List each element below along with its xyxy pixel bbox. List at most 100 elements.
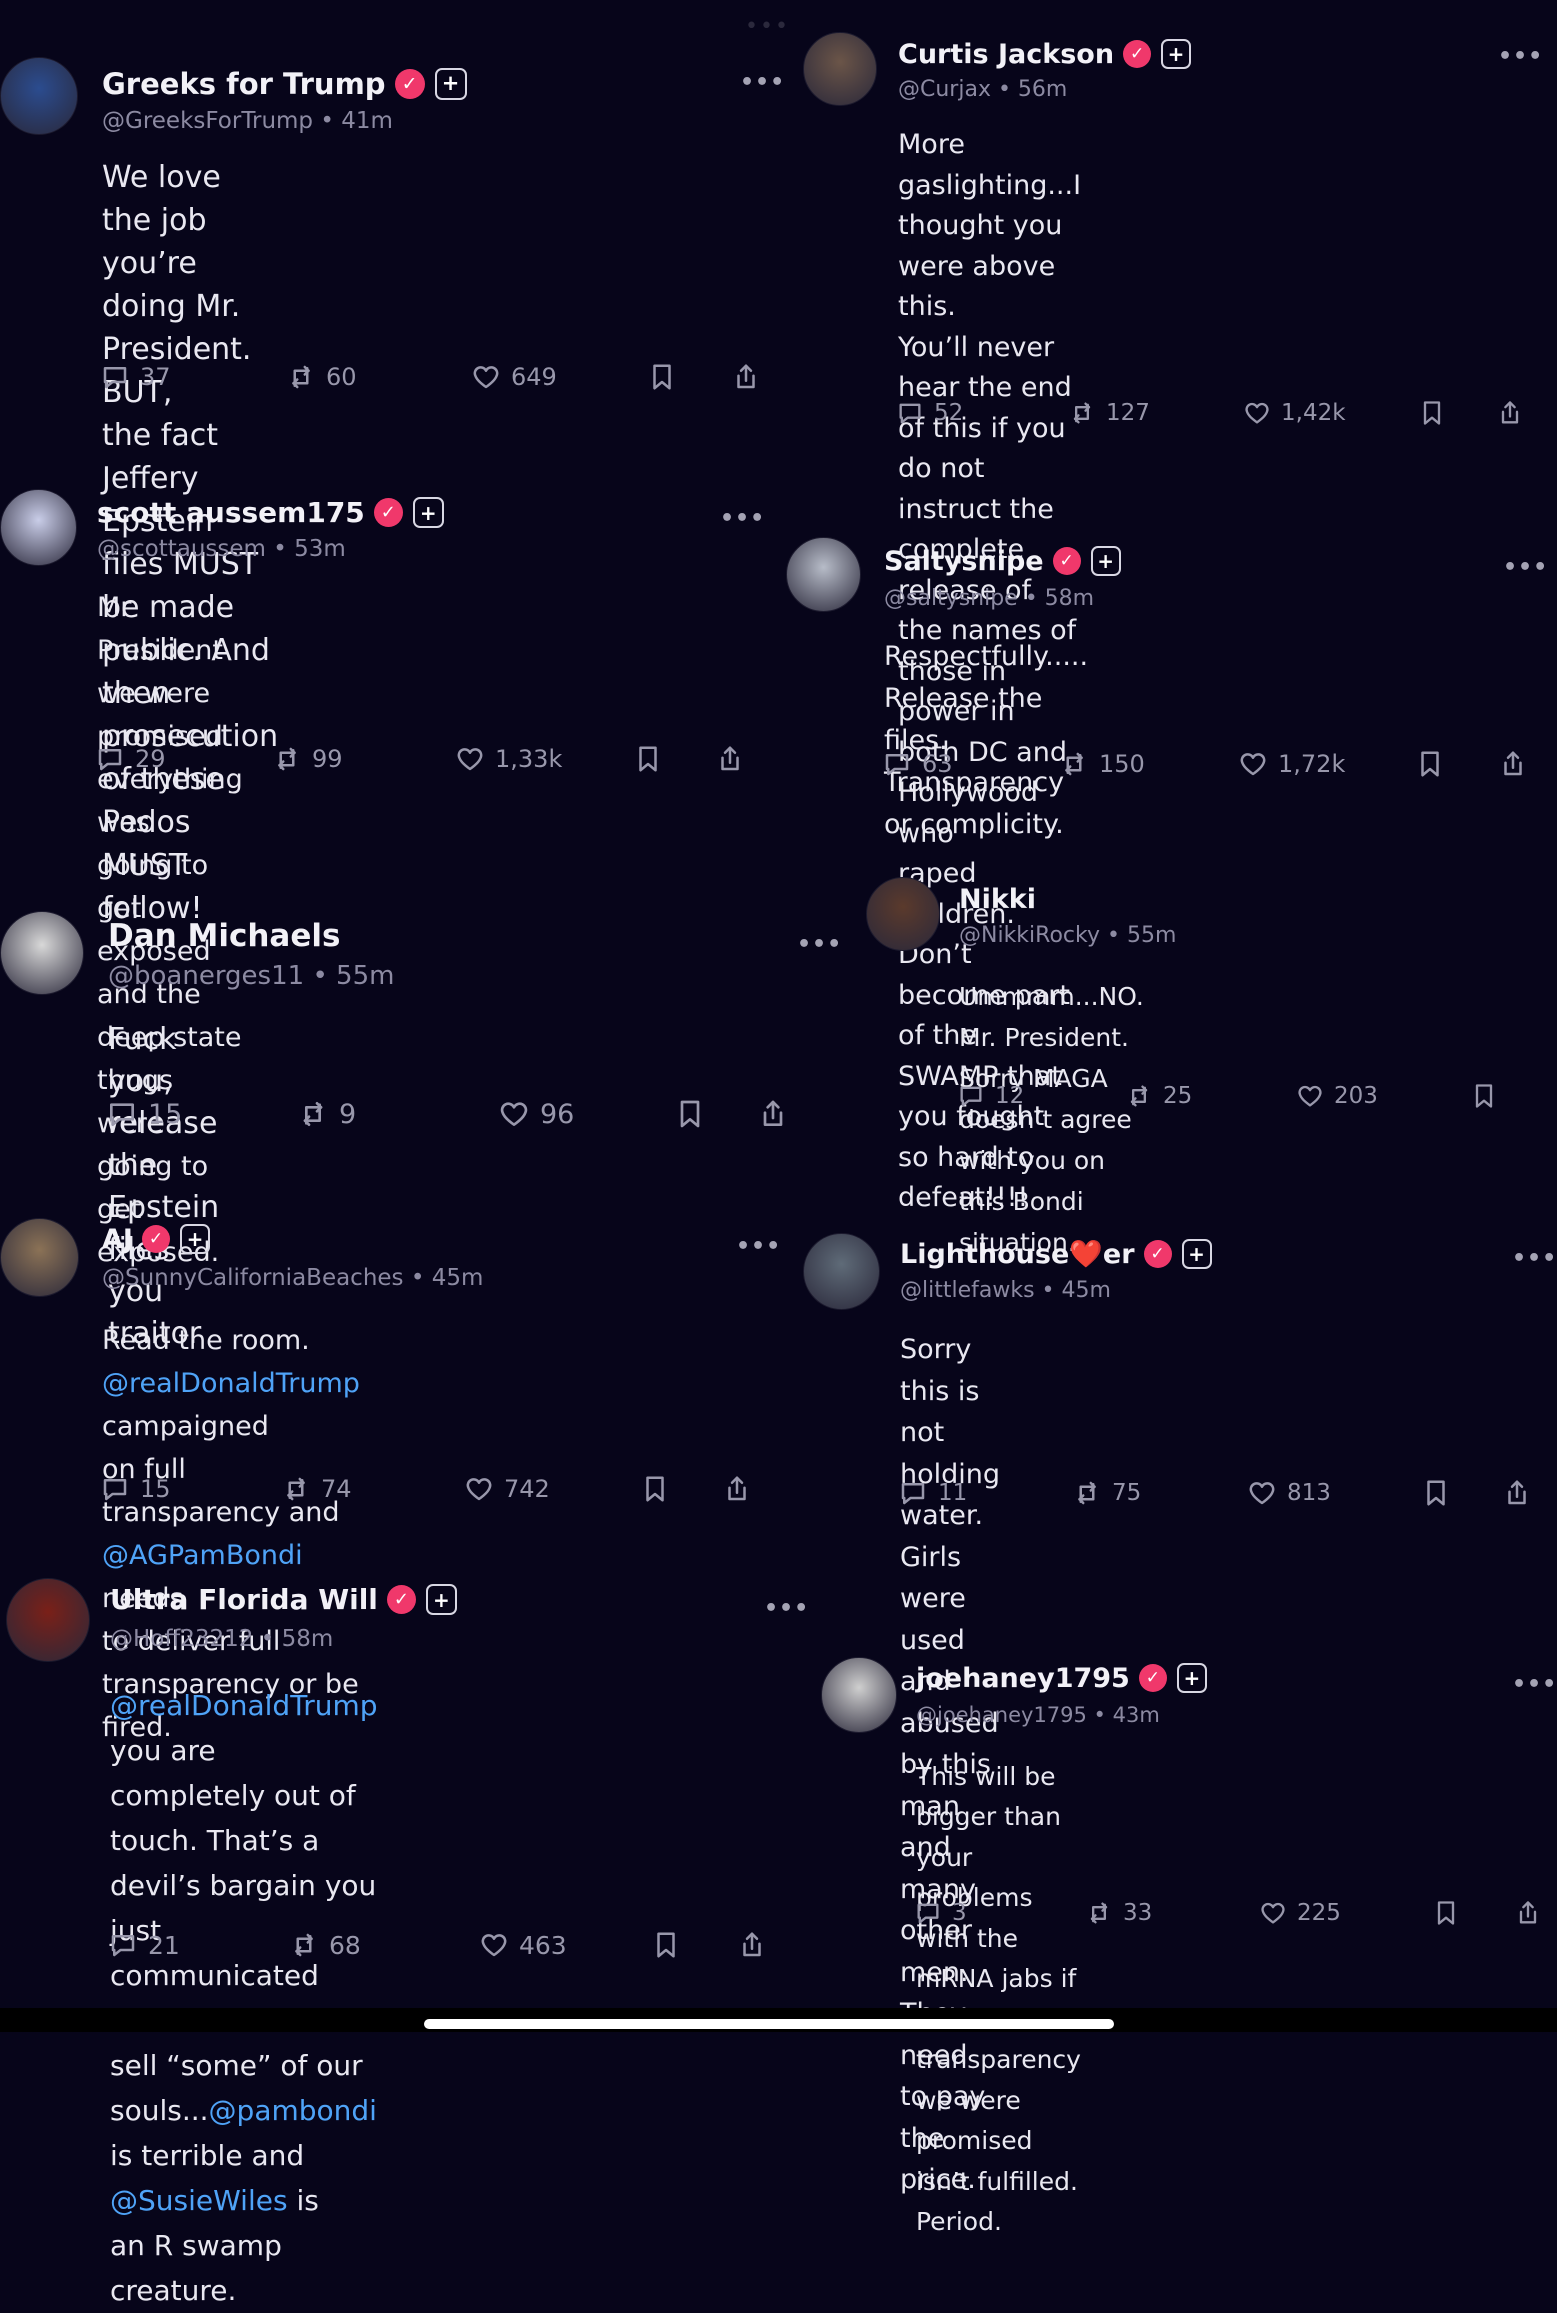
avatar[interactable]: [821, 1657, 897, 1733]
avatar[interactable]: [0, 489, 77, 566]
author-name[interactable]: Dan Michaels: [108, 918, 340, 954]
handle-and-time[interactable]: @saltysnipe • 58m: [884, 586, 1094, 611]
handle-and-time[interactable]: @GreeksForTrump • 41m: [102, 108, 393, 134]
bookmark-button[interactable]: [1421, 1478, 1451, 1508]
more-options-icon[interactable]: •••: [736, 1236, 781, 1258]
follow-plus-icon[interactable]: +: [412, 497, 444, 529]
reply-button[interactable]: 11: [898, 1478, 967, 1508]
like-button[interactable]: 742: [464, 1474, 550, 1504]
like-button[interactable]: 1,33k: [455, 744, 562, 774]
avatar[interactable]: [6, 1578, 90, 1662]
mention-link[interactable]: @pambondi: [209, 2094, 377, 2127]
like-button[interactable]: 203: [1296, 1082, 1378, 1110]
share-button[interactable]: [1496, 399, 1524, 427]
share-button[interactable]: [731, 362, 761, 392]
share-button[interactable]: [715, 744, 745, 774]
bookmark-button[interactable]: [647, 362, 677, 392]
more-options-icon[interactable]: •••: [797, 934, 842, 956]
share-button[interactable]: [737, 1930, 767, 1960]
handle-and-time[interactable]: @NikkiRocky • 55m: [959, 923, 1176, 948]
follow-plus-icon[interactable]: +: [179, 1224, 210, 1255]
share-button[interactable]: [1514, 1899, 1542, 1927]
more-options-icon[interactable]: •••: [1512, 1674, 1557, 1696]
like-button[interactable]: 1,72k: [1238, 749, 1345, 779]
bookmark-button[interactable]: [633, 744, 663, 774]
repost-button[interactable]: 99: [272, 744, 343, 774]
repost-button[interactable]: 33: [1085, 1899, 1152, 1927]
reply-button[interactable]: 29: [95, 744, 166, 774]
share-button[interactable]: [722, 1474, 752, 1504]
like-button[interactable]: 463: [479, 1930, 567, 1960]
avatar[interactable]: [803, 1233, 880, 1310]
bookmark-button[interactable]: [640, 1474, 670, 1504]
bookmark-button[interactable]: [1432, 1899, 1460, 1927]
repost-button[interactable]: 68: [289, 1930, 361, 1960]
author-name[interactable]: Saltysnipe: [884, 546, 1044, 577]
like-button[interactable]: 813: [1247, 1478, 1331, 1508]
like-button[interactable]: 225: [1259, 1899, 1341, 1927]
handle-and-time[interactable]: @Curjax • 56m: [898, 77, 1067, 102]
more-options-icon[interactable]: •••: [1512, 1248, 1557, 1270]
mention-link[interactable]: @realDonaldTrump: [110, 1689, 378, 1722]
reply-button[interactable]: 63: [882, 749, 953, 779]
handle-and-time[interactable]: @SunnyCaliforniaBeaches • 45m: [102, 1265, 483, 1291]
avatar[interactable]: [0, 57, 78, 135]
like-button[interactable]: 96: [498, 1098, 574, 1130]
bookmark-button[interactable]: [674, 1098, 706, 1130]
reply-button[interactable]: 21: [108, 1930, 180, 1960]
author-name[interactable]: Curtis Jackson: [898, 39, 1114, 70]
avatar[interactable]: [866, 877, 940, 951]
avatar[interactable]: [803, 32, 877, 106]
more-options-icon[interactable]: •••: [720, 508, 765, 530]
follow-plus-icon[interactable]: +: [1176, 1663, 1207, 1694]
follow-plus-icon[interactable]: +: [434, 67, 467, 100]
author-name[interactable]: Lighthouse❤️er: [900, 1238, 1135, 1270]
like-button[interactable]: 1,42k: [1243, 399, 1346, 427]
reply-button[interactable]: 37: [100, 362, 171, 392]
author-name[interactable]: AJ: [102, 1224, 133, 1255]
handle-and-time[interactable]: @Hoff23212 • 58m: [110, 1626, 333, 1652]
avatar[interactable]: [0, 1218, 79, 1297]
repost-button[interactable]: 150: [1059, 749, 1145, 779]
repost-button[interactable]: 9: [297, 1098, 356, 1130]
more-options-icon[interactable]: •••: [740, 72, 785, 94]
repost-button[interactable]: 60: [286, 362, 357, 392]
share-button[interactable]: [1502, 1478, 1532, 1508]
follow-plus-icon[interactable]: +: [1181, 1238, 1212, 1269]
handle-and-time[interactable]: @joehaney1795 • 43m: [916, 1703, 1160, 1727]
avatar[interactable]: [0, 911, 84, 995]
author-name[interactable]: Greeks for Trump: [102, 67, 386, 101]
author-name[interactable]: scott aussem175: [97, 496, 365, 529]
repost-button[interactable]: 127: [1068, 399, 1150, 427]
more-options-icon[interactable]: •••: [1498, 46, 1543, 68]
reply-button[interactable]: 52: [896, 399, 963, 427]
bookmark-button[interactable]: [1418, 399, 1446, 427]
bookmark-button[interactable]: [1415, 749, 1445, 779]
more-options-icon[interactable]: •••: [764, 1598, 809, 1620]
repost-button[interactable]: 74: [281, 1474, 352, 1504]
bookmark-button[interactable]: [1470, 1082, 1498, 1110]
reply-button[interactable]: 15: [106, 1098, 182, 1130]
follow-plus-icon[interactable]: +: [1090, 546, 1121, 577]
handle-and-time[interactable]: @scottaussem • 53m: [97, 536, 346, 562]
repost-button[interactable]: 75: [1072, 1478, 1141, 1508]
handle-and-time[interactable]: @boanerges11 • 55m: [108, 961, 394, 991]
author-name[interactable]: Ultra Florida Will: [110, 1583, 378, 1616]
follow-plus-icon[interactable]: +: [1161, 39, 1192, 70]
more-options-icon[interactable]: •••: [1503, 557, 1548, 579]
share-button[interactable]: [757, 1098, 789, 1130]
reply-button[interactable]: 3: [914, 1899, 967, 1927]
handle-and-time[interactable]: @littlefawks • 45m: [900, 1278, 1111, 1303]
mention-link[interactable]: @realDonaldTrump: [102, 1368, 360, 1399]
reply-button[interactable]: 12: [957, 1082, 1024, 1110]
follow-plus-icon[interactable]: +: [425, 1584, 457, 1616]
like-button[interactable]: 649: [471, 362, 557, 392]
mention-link[interactable]: @AGPamBondi: [102, 1540, 303, 1571]
home-indicator[interactable]: [424, 2019, 1114, 2029]
avatar[interactable]: [786, 537, 861, 612]
reply-button[interactable]: 15: [100, 1474, 171, 1504]
repost-button[interactable]: 25: [1125, 1082, 1192, 1110]
author-name[interactable]: joehaney1795: [916, 1663, 1130, 1694]
mention-link[interactable]: @SusieWiles: [110, 2184, 288, 2217]
share-button[interactable]: [1498, 749, 1528, 779]
